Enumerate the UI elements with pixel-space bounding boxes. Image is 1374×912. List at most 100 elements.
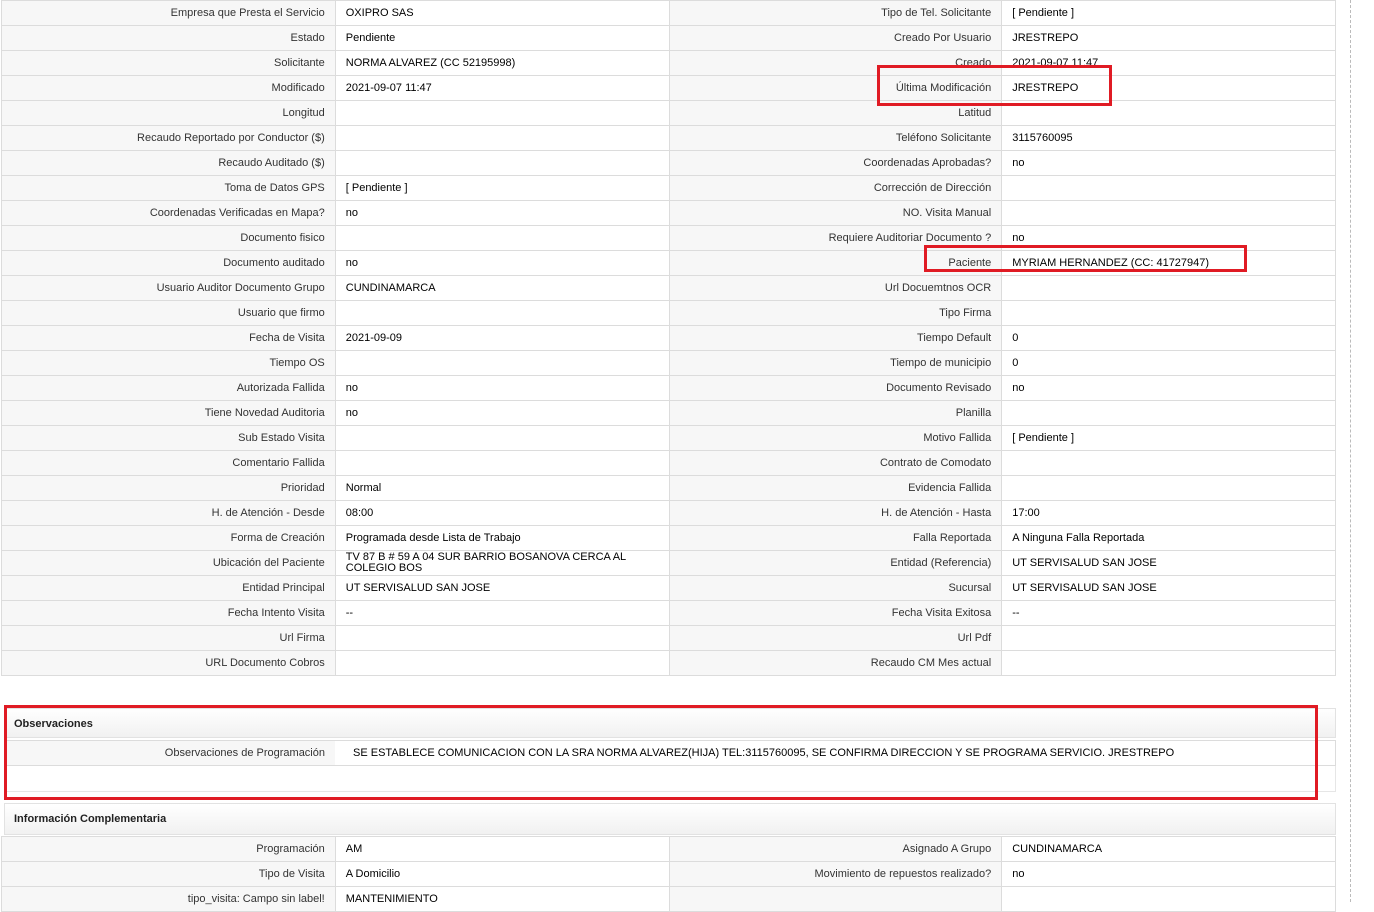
- field-label: Teléfono Solicitante: [668, 125, 1003, 151]
- field-label: Solicitante: [1, 50, 336, 76]
- complementaria-row: tipo_visita: Campo sin label! MANTENIMIEN…: [1, 886, 1336, 912]
- detail-row: Entidad Principal UT SERVISALUD SAN JOSE S…: [1, 575, 1336, 601]
- field-value: [334, 650, 670, 676]
- field-label: Motivo Fallida: [668, 425, 1003, 451]
- complementaria-header: Información Complementaria: [4, 803, 1336, 835]
- detail-row: Coordenadas Verificadas en Mapa? no NO. V…: [1, 200, 1336, 226]
- detail-row: Estado Pendiente Creado Por Usuario JRESTRE…: [1, 25, 1336, 51]
- detail-row: Usuario Auditor Documento Grupo CUNDINAMA…: [1, 275, 1336, 301]
- detail-row: Prioridad Normal Evidencia Fallida: [1, 475, 1336, 501]
- detail-row: Toma de Datos GPS[ Pendiente ] Corrección…: [1, 175, 1336, 201]
- field-value: [1001, 475, 1336, 501]
- field-label: Usuario que firmo: [1, 300, 336, 326]
- detail-row: Sub Estado Visita Motivo Fallida[ Pendien…: [1, 425, 1336, 451]
- field-value: no: [334, 250, 670, 276]
- field-label: Recaudo CM Mes actual: [668, 650, 1003, 676]
- observaciones-row: Observaciones de Programación SE ESTABLE…: [4, 740, 1336, 766]
- field-value: JRESTREPO: [1001, 25, 1336, 51]
- complementaria-row: Tipo de Visita A Domicilio Movimiento de r…: [1, 861, 1336, 887]
- field-label: Última Modificación: [668, 75, 1003, 101]
- field-value: A Domicilio: [334, 861, 670, 887]
- field-value: [1001, 450, 1336, 476]
- field-value: no: [334, 400, 670, 426]
- field-label: Usuario Auditor Documento Grupo: [1, 275, 336, 301]
- detail-row: H. de Atención - Desde 08:00 H. de Atenció…: [1, 500, 1336, 526]
- field-label: Contrato de Comodato: [668, 450, 1003, 476]
- detail-row: URL Documento Cobros Recaudo CM Mes actua…: [1, 650, 1336, 676]
- field-value: AM: [334, 836, 670, 862]
- field-label: Creado: [668, 50, 1003, 76]
- field-value: [334, 225, 670, 251]
- detail-row: Ubicación del Paciente TV 87 B # 59 A 04 …: [1, 550, 1336, 576]
- observaciones-empty-row: [4, 766, 1336, 792]
- field-label: Entidad Principal: [1, 575, 336, 601]
- field-label: Corrección de Dirección: [668, 175, 1003, 201]
- field-value: [334, 350, 670, 376]
- field-label: Tipo de Tel. Solicitante: [668, 0, 1003, 26]
- field-label: Falla Reportada: [668, 525, 1003, 551]
- field-value: --: [1001, 600, 1336, 626]
- field-value: UT SERVISALUD SAN JOSE: [334, 575, 670, 601]
- field-value: [1001, 625, 1336, 651]
- field-label: Toma de Datos GPS: [1, 175, 336, 201]
- field-label: Forma de Creación: [1, 525, 336, 551]
- field-label: H. de Atención - Hasta: [668, 500, 1003, 526]
- field-value: [334, 300, 670, 326]
- observaciones-label: Observaciones de Programación: [5, 741, 335, 765]
- field-value: 2021-09-07 11:47: [1001, 50, 1336, 76]
- field-label: tipo_visita: Campo sin label!: [1, 886, 336, 912]
- field-label: Ubicación del Paciente: [1, 550, 336, 576]
- field-value: NORMA ALVAREZ (CC 52195998): [334, 50, 670, 76]
- field-label: Tiempo OS: [1, 350, 336, 376]
- field-value: [ Pendiente ]: [1001, 0, 1336, 26]
- field-value: [1001, 886, 1336, 912]
- field-label: Creado Por Usuario: [668, 25, 1003, 51]
- field-label: Comentario Fallida: [1, 450, 336, 476]
- field-value: CUNDINAMARCA: [334, 275, 670, 301]
- field-value: [1001, 650, 1336, 676]
- field-value: MYRIAM HERNANDEZ (CC: 41727947): [1001, 250, 1336, 276]
- complementaria-row: Programación AM Asignado A Grupo CUNDINAMAR…: [1, 836, 1336, 862]
- field-value: 17:00: [1001, 500, 1336, 526]
- detail-row: Autorizada Fallida no Documento Revisado …: [1, 375, 1336, 401]
- field-value: no: [1001, 375, 1336, 401]
- field-value: A Ninguna Falla Reportada: [1001, 525, 1336, 551]
- field-value: no: [1001, 150, 1336, 176]
- detail-row: Comentario Fallida Contrato de Comodato: [1, 450, 1336, 476]
- field-value: [1001, 275, 1336, 301]
- detail-row: Longitud Latitud: [1, 100, 1336, 126]
- field-value: CUNDINAMARCA: [1001, 836, 1336, 862]
- field-value: [1001, 200, 1336, 226]
- field-label: Sub Estado Visita: [1, 425, 336, 451]
- field-label: Coordenadas Aprobadas?: [668, 150, 1003, 176]
- field-value: [334, 100, 670, 126]
- field-value: Pendiente: [334, 25, 670, 51]
- detail-row: Tiempo OS Tiempo de municipio 0: [1, 350, 1336, 376]
- field-value: OXIPRO SAS: [334, 0, 670, 26]
- field-label: NO. Visita Manual: [668, 200, 1003, 226]
- field-label: Asignado A Grupo: [668, 836, 1003, 862]
- field-value: no: [334, 375, 670, 401]
- field-label: Empresa que Presta el Servicio: [1, 0, 336, 26]
- field-label: Tipo de Visita: [1, 861, 336, 887]
- field-label: Programación: [1, 836, 336, 862]
- field-value: [1001, 400, 1336, 426]
- field-label: [668, 886, 1003, 912]
- detail-row: Usuario que firmo Tipo Firma: [1, 300, 1336, 326]
- field-label: Prioridad: [1, 475, 336, 501]
- field-label: Fecha Intento Visita: [1, 600, 336, 626]
- field-value: [ Pendiente ]: [334, 175, 670, 201]
- field-value: --: [334, 600, 670, 626]
- detail-row: Recaudo Reportado por Conductor ($) Teléf…: [1, 125, 1336, 151]
- field-label: Url Firma: [1, 625, 336, 651]
- field-label: Longitud: [1, 100, 336, 126]
- field-value: [334, 425, 670, 451]
- field-value: [334, 125, 670, 151]
- field-value: 08:00: [334, 500, 670, 526]
- detail-row: Forma de Creación Programada desde Lista …: [1, 525, 1336, 551]
- field-label: Documento fisico: [1, 225, 336, 251]
- field-label: Paciente: [668, 250, 1003, 276]
- observaciones-header: Observaciones: [4, 708, 1336, 738]
- field-label: Requiere Auditoriar Documento ?: [668, 225, 1003, 251]
- field-value: no: [334, 200, 670, 226]
